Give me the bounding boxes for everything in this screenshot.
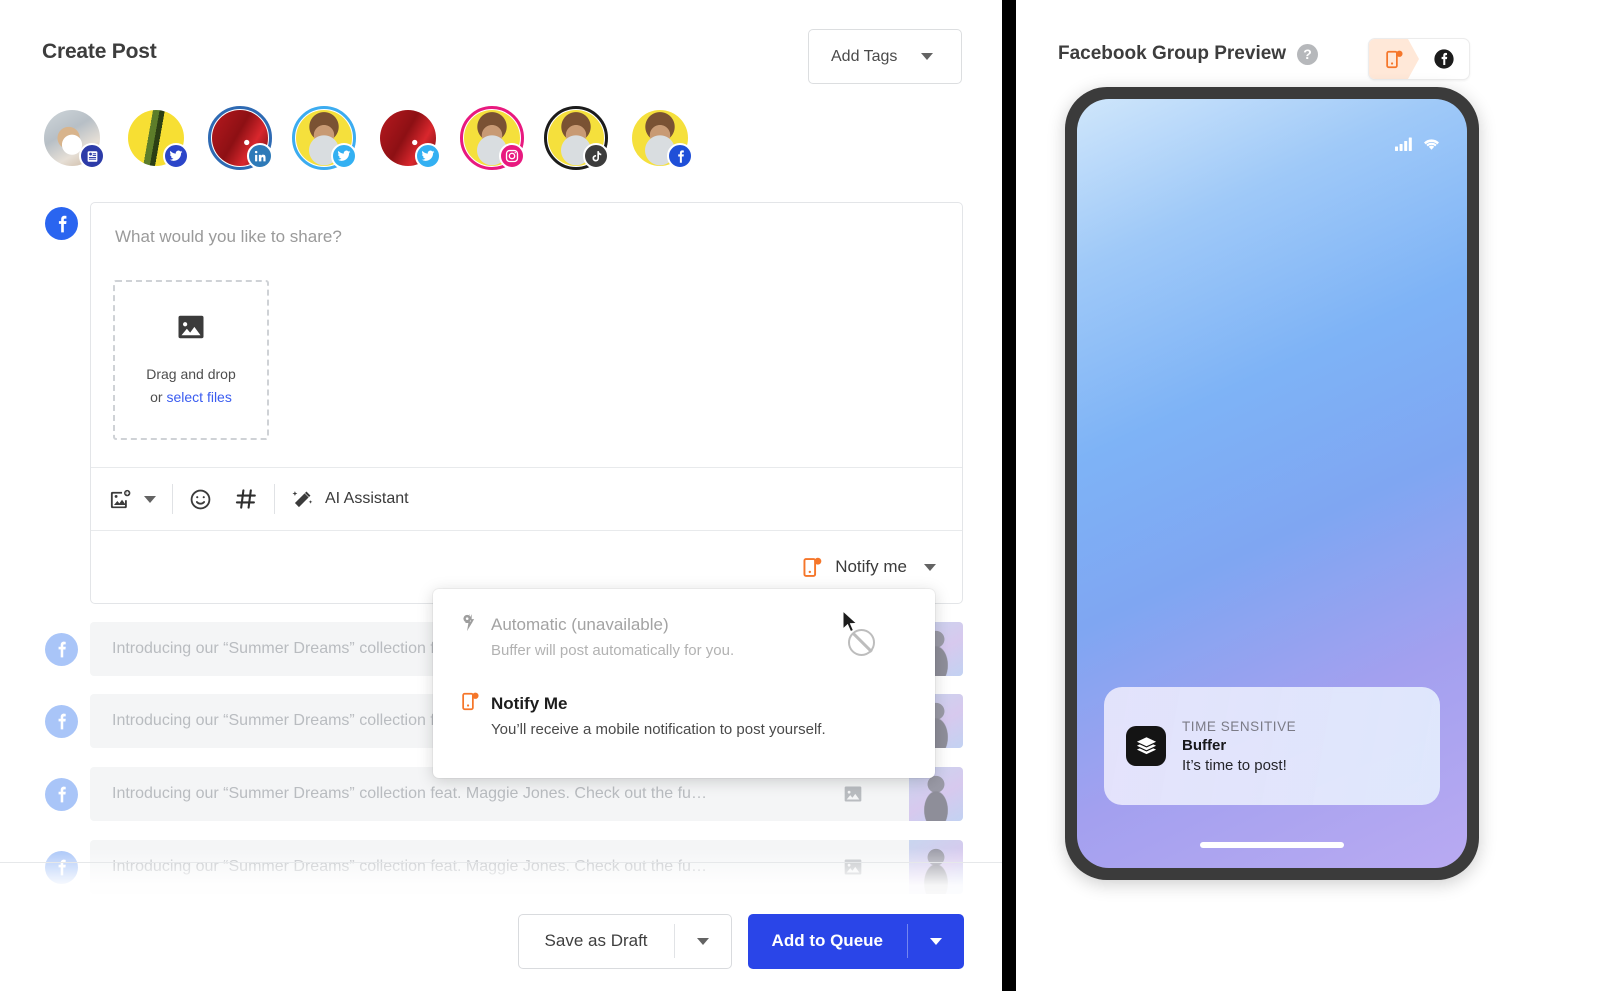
account-avatar-tiktok[interactable] (544, 106, 609, 170)
queued-post-body: Introducing our “Summer Dreams” collecti… (90, 840, 963, 894)
post-composer[interactable]: What would you like to share? Drag and d… (90, 202, 963, 604)
home-indicator (1200, 842, 1344, 848)
save-as-draft-button[interactable]: Save as Draft (517, 913, 732, 969)
notification-text: TIME SENSITIVE Buffer It’s time to post! (1182, 719, 1296, 774)
save-as-draft-label: Save as Draft (544, 931, 648, 950)
save-as-draft-chevron[interactable] (675, 937, 731, 945)
facebook-icon (667, 143, 693, 169)
ai-assistant-button[interactable]: AI Assistant (291, 488, 409, 511)
account-avatar-twitter-1[interactable] (128, 110, 189, 169)
panel-divider (1002, 0, 1016, 991)
menu-item-notify-me[interactable]: Notify Me You’ll receive a mobile notifi… (433, 691, 935, 738)
push-notification-card[interactable]: TIME SENSITIVE Buffer It’s time to post! (1104, 687, 1440, 805)
chevron-down-icon (696, 937, 709, 945)
image-icon (176, 312, 206, 347)
preview-title: Facebook Group Preview (1058, 43, 1287, 64)
toolbar-divider-2 (274, 484, 275, 514)
preview-title-row: Facebook Group Preview ? (1058, 43, 1319, 65)
account-avatar-instagram[interactable] (460, 106, 525, 170)
account-avatar-mastodon[interactable] (44, 110, 105, 169)
twitter-icon (163, 143, 189, 169)
footer-divider (0, 862, 1002, 863)
queued-post-text: Introducing our “Summer Dreams” collecti… (112, 785, 707, 802)
add-image-button[interactable] (109, 488, 132, 511)
create-post-panel: Create Post Add Tags What would you like… (0, 0, 1002, 991)
chevron-down-icon (144, 495, 156, 503)
tab-notify-preview[interactable] (1369, 39, 1419, 79)
media-dropzone[interactable]: Drag and drop or select files (113, 280, 269, 440)
image-icon (843, 857, 863, 882)
page-title: Create Post (42, 40, 157, 63)
instagram-icon (499, 143, 525, 169)
phone-status-bar (1395, 137, 1441, 151)
dropzone-line-2: or select files (150, 386, 232, 408)
chevron-down-icon (924, 563, 936, 571)
facebook-icon (45, 705, 78, 738)
dropzone-line-1: Drag and drop (146, 366, 236, 383)
chevron-down-icon (921, 53, 934, 60)
phone-mockup: TIME SENSITIVE Buffer It’s time to post! (1065, 87, 1479, 880)
lightning-gear-icon (460, 612, 481, 638)
twitter-icon (331, 143, 357, 169)
account-avatar-facebook[interactable] (632, 110, 693, 169)
queued-post-row[interactable]: Introducing our “Summer Dreams” collecti… (45, 840, 963, 894)
facebook-icon (45, 778, 78, 811)
close-icon[interactable] (1554, 5, 1588, 39)
notify-me-dropdown[interactable]: Notify me (801, 556, 936, 579)
account-avatar-linkedin[interactable] (208, 106, 273, 170)
composer-network-icon (45, 207, 78, 240)
notification-kicker: TIME SENSITIVE (1182, 718, 1297, 734)
composer-footer: Save as Draft Add to Queue (0, 891, 1002, 991)
account-avatar-twitter-3[interactable] (380, 110, 441, 169)
panel-header: Create Post Add Tags (0, 0, 1002, 96)
tiktok-icon (583, 143, 609, 169)
account-selector (44, 106, 693, 170)
phone-screen: TIME SENSITIVE Buffer It’s time to post! (1077, 99, 1467, 868)
facebook-icon (45, 851, 78, 884)
add-to-queue-label: Add to Queue (771, 931, 883, 950)
add-tags-label: Add Tags (831, 47, 898, 65)
notify-phone-icon (460, 691, 481, 717)
composer-toolbar: AI Assistant (91, 467, 962, 531)
notification-message: It’s time to post! (1182, 756, 1287, 774)
hashtag-button[interactable] (234, 487, 258, 511)
facebook-icon (45, 633, 78, 666)
ai-assistant-label: AI Assistant (325, 490, 409, 507)
preview-mode-toggle (1368, 38, 1470, 80)
add-to-queue-button[interactable]: Add to Queue (747, 913, 964, 969)
queued-post-text: Introducing our “Summer Dreams” collecti… (112, 858, 707, 875)
composer-placeholder: What would you like to share? (115, 227, 342, 246)
chevron-down-icon (930, 937, 942, 945)
toolbar-divider-1 (172, 484, 173, 514)
emoji-button[interactable] (189, 488, 212, 511)
buffer-logo-icon (1126, 726, 1166, 766)
notification-app-name: Buffer (1182, 736, 1227, 754)
account-avatar-twitter-2[interactable] (292, 106, 357, 170)
menu-item-notify-me-subtitle: You’ll receive a mobile notification to … (491, 721, 826, 738)
app-window: Create Post Add Tags What would you like… (0, 0, 1600, 991)
dropzone-or: or (150, 388, 167, 405)
help-icon[interactable]: ? (1297, 43, 1319, 65)
select-files-link[interactable]: select files (166, 389, 231, 405)
posting-mode-menu: Automatic (unavailable) Buffer will post… (433, 589, 935, 778)
notify-me-label: Notify me (835, 557, 907, 576)
add-tags-button[interactable]: Add Tags (808, 29, 962, 84)
tab-facebook-preview[interactable] (1419, 39, 1469, 79)
image-options-chevron[interactable] (144, 495, 156, 503)
wifi-icon (1424, 139, 1439, 150)
signal-icon (1395, 137, 1412, 151)
mastodon-icon (79, 143, 105, 169)
menu-item-automatic-title: Automatic (unavailable) (491, 615, 669, 634)
facebook-icon (1434, 49, 1454, 69)
menu-item-notify-me-title: Notify Me (491, 694, 568, 713)
preview-panel: Facebook Group Preview ? TIME SENSITIVE … (1016, 0, 1600, 991)
image-icon (843, 784, 863, 809)
twitter-icon (415, 143, 441, 169)
add-to-queue-chevron[interactable] (908, 937, 964, 945)
mouse-pointer-icon (842, 609, 859, 639)
queued-post-thumbnail (909, 840, 963, 894)
linkedin-icon (247, 143, 273, 169)
